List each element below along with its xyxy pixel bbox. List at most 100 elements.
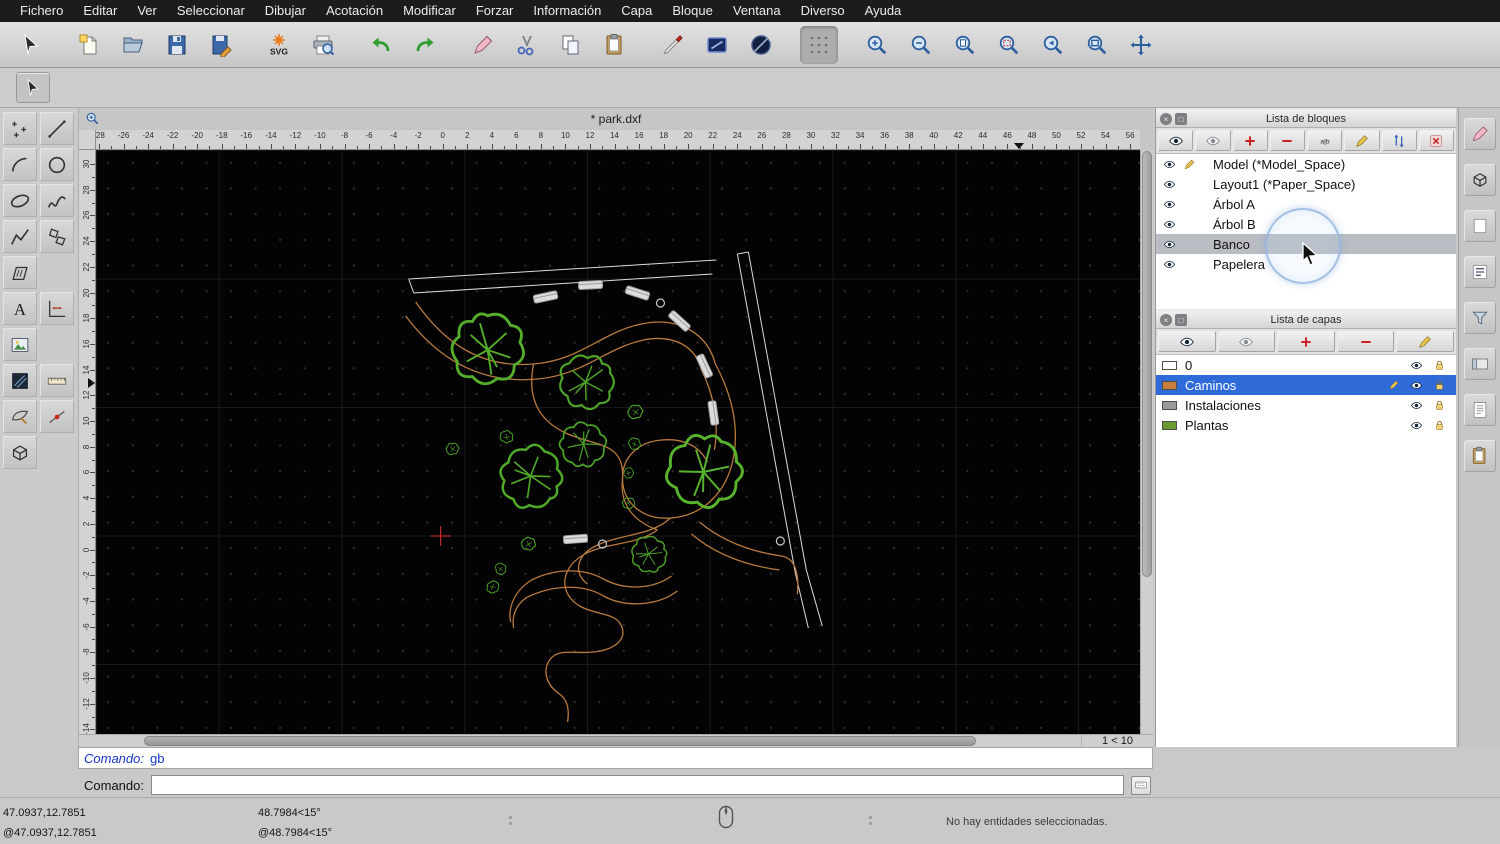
- save-file-button[interactable]: [158, 26, 196, 64]
- block-visibility-eye-icon[interactable]: [1163, 178, 1180, 191]
- layer-list-item-caminos[interactable]: Caminos: [1156, 375, 1456, 395]
- layer-visibility-eye-icon[interactable]: [1410, 379, 1427, 392]
- rename-block-button[interactable]: a|b: [1307, 130, 1342, 151]
- library-toggle-button[interactable]: [1464, 118, 1496, 150]
- layer-visibility-eye-icon[interactable]: [1410, 359, 1427, 372]
- cut-button[interactable]: [508, 26, 546, 64]
- menu-ventana[interactable]: Ventana: [723, 0, 791, 22]
- block-list-item-layout1paperspace[interactable]: Layout1 (*Paper_Space): [1156, 174, 1456, 194]
- layer-lock-icon[interactable]: [1433, 359, 1450, 372]
- select-tool-button[interactable]: [12, 26, 50, 64]
- draw-ellipse-button[interactable]: [3, 184, 37, 217]
- menu-fichero[interactable]: Fichero: [10, 0, 73, 22]
- paste-button[interactable]: [596, 26, 634, 64]
- insert-block-button[interactable]: [1382, 130, 1417, 151]
- menu-informacion[interactable]: Información: [523, 0, 611, 22]
- zoom-previous-button[interactable]: [1034, 26, 1072, 64]
- iso-cube-button[interactable]: [3, 436, 37, 469]
- edit-layer-button[interactable]: [1396, 331, 1454, 352]
- add-block-button[interactable]: [1233, 130, 1268, 151]
- block-list-item-modelmodelspace[interactable]: Model (*Model_Space): [1156, 154, 1456, 174]
- wide-panel-toggle-button[interactable]: [1464, 348, 1496, 380]
- block-visibility-eye-icon[interactable]: [1163, 158, 1180, 171]
- menu-seleccionar[interactable]: Seleccionar: [167, 0, 255, 22]
- draw-line-button[interactable]: [40, 112, 74, 145]
- menu-editar[interactable]: Editar: [73, 0, 127, 22]
- hide-all-layers-button[interactable]: [1218, 331, 1276, 352]
- zoom-selection-button[interactable]: [990, 26, 1028, 64]
- save-as-button[interactable]: [202, 26, 240, 64]
- float-panel-button[interactable]: □: [1175, 314, 1187, 326]
- block-visibility-eye-icon[interactable]: [1163, 238, 1180, 251]
- menu-capa[interactable]: Capa: [611, 0, 662, 22]
- zoom-auto-button[interactable]: [946, 26, 984, 64]
- undo-button[interactable]: [362, 26, 400, 64]
- draw-hatch-button[interactable]: [3, 256, 37, 289]
- fill-tool-button[interactable]: [3, 364, 37, 397]
- draw-polygon-button[interactable]: [40, 220, 74, 253]
- measure-tool-button[interactable]: [40, 364, 74, 397]
- zoom-window-button[interactable]: [1078, 26, 1116, 64]
- block-list-item-banco[interactable]: Banco: [1156, 234, 1456, 254]
- block-visibility-eye-icon[interactable]: [1163, 218, 1180, 231]
- command-options-button[interactable]: [1131, 776, 1151, 795]
- zoom-in-button[interactable]: [858, 26, 896, 64]
- draw-arc-button[interactable]: [3, 148, 37, 181]
- show-all-blocks-button[interactable]: [1158, 130, 1193, 151]
- layer-visibility-eye-icon[interactable]: [1410, 419, 1427, 432]
- draw-circle-button[interactable]: [40, 148, 74, 181]
- grid-toggle-button[interactable]: [800, 26, 838, 64]
- shape-tool-button[interactable]: [3, 400, 37, 433]
- layer-visibility-eye-icon[interactable]: [1410, 399, 1427, 412]
- horizontal-scrollbar-thumb[interactable]: [144, 736, 976, 746]
- blank-panel-toggle-button[interactable]: [1464, 210, 1496, 242]
- layer-list-item-0[interactable]: 0: [1156, 355, 1456, 375]
- close-panel-button[interactable]: ×: [1160, 113, 1172, 125]
- menu-ver[interactable]: Ver: [127, 0, 167, 22]
- menu-modificar[interactable]: Modificar: [393, 0, 466, 22]
- float-panel-button[interactable]: □: [1175, 113, 1187, 125]
- filter-panel-toggle-button[interactable]: [1464, 302, 1496, 334]
- vertical-scrollbar-thumb[interactable]: [1142, 151, 1152, 577]
- command-input[interactable]: [151, 775, 1124, 795]
- vertical-scrollbar[interactable]: [1140, 150, 1153, 734]
- layer-list-item-plantas[interactable]: Plantas: [1156, 415, 1456, 435]
- block-visibility-eye-icon[interactable]: [1163, 198, 1180, 211]
- draw-polyline-button[interactable]: [3, 220, 37, 253]
- draw-spline-button[interactable]: [40, 184, 74, 217]
- close-panel-button[interactable]: ×: [1160, 314, 1172, 326]
- menu-dibujar[interactable]: Dibujar: [255, 0, 316, 22]
- remove-block-button[interactable]: [1270, 130, 1305, 151]
- block-visibility-eye-icon[interactable]: [1163, 258, 1180, 271]
- print-preview-button[interactable]: [304, 26, 342, 64]
- layer-list-item-instalaciones[interactable]: Instalaciones: [1156, 395, 1456, 415]
- block-list-item-arbolb[interactable]: Árbol B: [1156, 214, 1456, 234]
- open-file-button[interactable]: [114, 26, 152, 64]
- clipboard-panel-toggle-button[interactable]: [1464, 440, 1496, 472]
- new-file-button[interactable]: [70, 26, 108, 64]
- draw-points-button[interactable]: [3, 112, 37, 145]
- svg-export-button[interactable]: SVG: [260, 26, 298, 64]
- block-list-item-arbola[interactable]: Árbol A: [1156, 194, 1456, 214]
- insert-image-button[interactable]: [3, 328, 37, 361]
- menu-acotacion[interactable]: Acotación: [316, 0, 393, 22]
- layer-lock-icon[interactable]: [1433, 379, 1450, 392]
- remove-layer-button[interactable]: [1337, 331, 1395, 352]
- copy-button[interactable]: [552, 26, 590, 64]
- horizontal-scrollbar[interactable]: [79, 735, 1081, 747]
- notes-panel-toggle-button[interactable]: [1464, 394, 1496, 426]
- menu-diverso[interactable]: Diverso: [791, 0, 855, 22]
- zoom-out-button[interactable]: [902, 26, 940, 64]
- menu-forzar[interactable]: Forzar: [466, 0, 524, 22]
- selection-box-button[interactable]: [698, 26, 736, 64]
- menu-ayuda[interactable]: Ayuda: [855, 0, 912, 22]
- draw-dimension-button[interactable]: [40, 292, 74, 325]
- list-panel-toggle-button[interactable]: [1464, 256, 1496, 288]
- layer-lock-icon[interactable]: [1433, 419, 1450, 432]
- select-tool-option-button[interactable]: [16, 72, 50, 103]
- divide-tool-button[interactable]: [40, 400, 74, 433]
- drawing-canvas[interactable]: [96, 150, 1140, 734]
- block-list-item-papelera[interactable]: Papelera: [1156, 254, 1456, 274]
- zoom-pan-button[interactable]: [1122, 26, 1160, 64]
- edit-pen-button[interactable]: [464, 26, 502, 64]
